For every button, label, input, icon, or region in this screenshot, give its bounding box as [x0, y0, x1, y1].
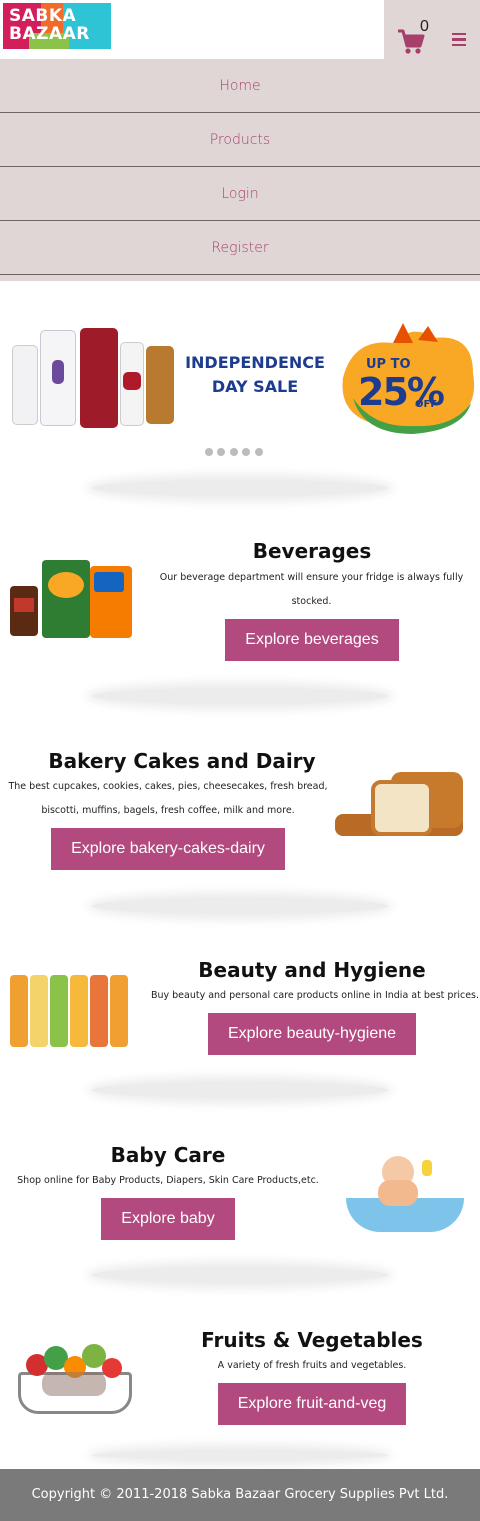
section-divider [92, 1082, 388, 1098]
carousel-dot[interactable] [229, 448, 238, 456]
explore-beverages-button[interactable]: Explore beverages [225, 619, 399, 661]
banner-product-image [146, 346, 174, 424]
nav-item-register[interactable]: Register [0, 221, 480, 275]
nav-item-products[interactable]: Products [0, 113, 480, 167]
banner-sale-title: INDEPENDENCE DAY SALE [185, 353, 325, 396]
banner-product-image [12, 345, 38, 425]
footer: Copyright © 2011-2018 Sabka Bazaar Groce… [0, 1469, 480, 1521]
carousel-dot[interactable] [242, 448, 251, 456]
nav-menu: Home Products Login Register [0, 59, 480, 281]
carousel-dot[interactable] [217, 448, 226, 456]
category-title: Beverages [252, 539, 372, 563]
bakery-image [335, 770, 467, 840]
section-divider [92, 1450, 388, 1460]
explore-baby-button[interactable]: Explore baby [101, 1198, 235, 1240]
section-divider [92, 1267, 388, 1283]
sabka-bazaar-logo[interactable]: SABKA BAZAAR [3, 3, 111, 49]
carousel-dot[interactable] [205, 448, 213, 456]
cart-area: 0 [384, 0, 480, 59]
cart-count: 0 [420, 18, 429, 35]
category-title: Bakery Cakes and Dairy [48, 749, 316, 773]
beverages-image [10, 558, 136, 640]
banner-off: OFF [415, 399, 438, 410]
banner-product-image [52, 360, 64, 384]
section-divider [92, 688, 388, 704]
fruits-vegetables-image [12, 1332, 138, 1418]
beauty-hygiene-image [10, 973, 136, 1047]
nav-item-login[interactable]: Login [0, 167, 480, 221]
banner-product-image [123, 372, 141, 390]
category-title: Fruits & Vegetables [201, 1328, 423, 1352]
category-description: The best cupcakes, cookies, cakes, pies,… [8, 781, 328, 816]
banner-product-image [80, 328, 118, 428]
carousel-dot[interactable] [254, 448, 263, 456]
category-description: A variety of fresh fruits and vegetables… [217, 1360, 407, 1371]
header: SABKA BAZAAR 0 [0, 0, 480, 59]
explore-bakery-cakes-dairy-button[interactable]: Explore bakery-cakes-dairy [51, 828, 285, 870]
explore-beauty-hygiene-button[interactable]: Explore beauty-hygiene [208, 1013, 416, 1055]
explore-fruit-and-veg-button[interactable]: Explore fruit-and-veg [218, 1383, 406, 1425]
category-description: Shop online for Baby Products, Diapers, … [17, 1175, 319, 1186]
baby-care-image [338, 1150, 468, 1234]
section-divider [92, 898, 388, 914]
category-description: Buy beauty and personal care products on… [150, 990, 480, 1001]
carousel-dots [205, 443, 267, 461]
nav-item-home[interactable]: Home [0, 59, 480, 113]
category-title: Beauty and Hygiene [198, 958, 426, 982]
section-divider [92, 480, 388, 496]
hamburger-menu-icon[interactable] [452, 33, 466, 47]
footer-copyright: Copyright © 2011-2018 Sabka Bazaar Groce… [31, 1487, 449, 1502]
category-title: Baby Care [110, 1143, 226, 1167]
